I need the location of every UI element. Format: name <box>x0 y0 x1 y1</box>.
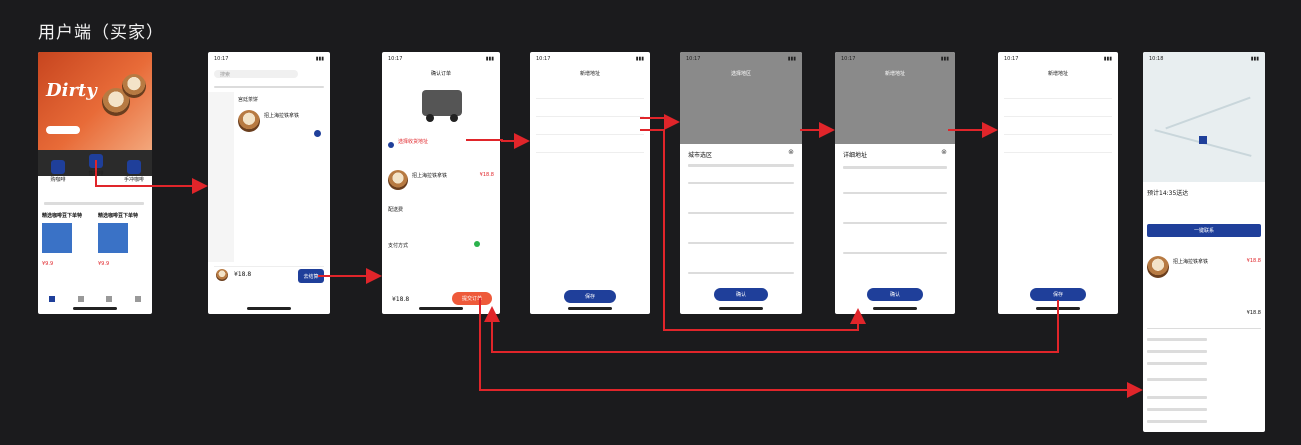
arrow-home-to-menu <box>95 160 208 194</box>
arrow-filled-to-confirm <box>484 300 1059 353</box>
flow-arrows <box>95 114 1143 398</box>
arrow-address-to-city <box>640 114 680 130</box>
arrow-confirm-to-add-address <box>466 133 530 149</box>
arrow-confirm-to-tracking <box>479 298 1143 398</box>
arrow-address-to-detail-return <box>640 129 866 331</box>
